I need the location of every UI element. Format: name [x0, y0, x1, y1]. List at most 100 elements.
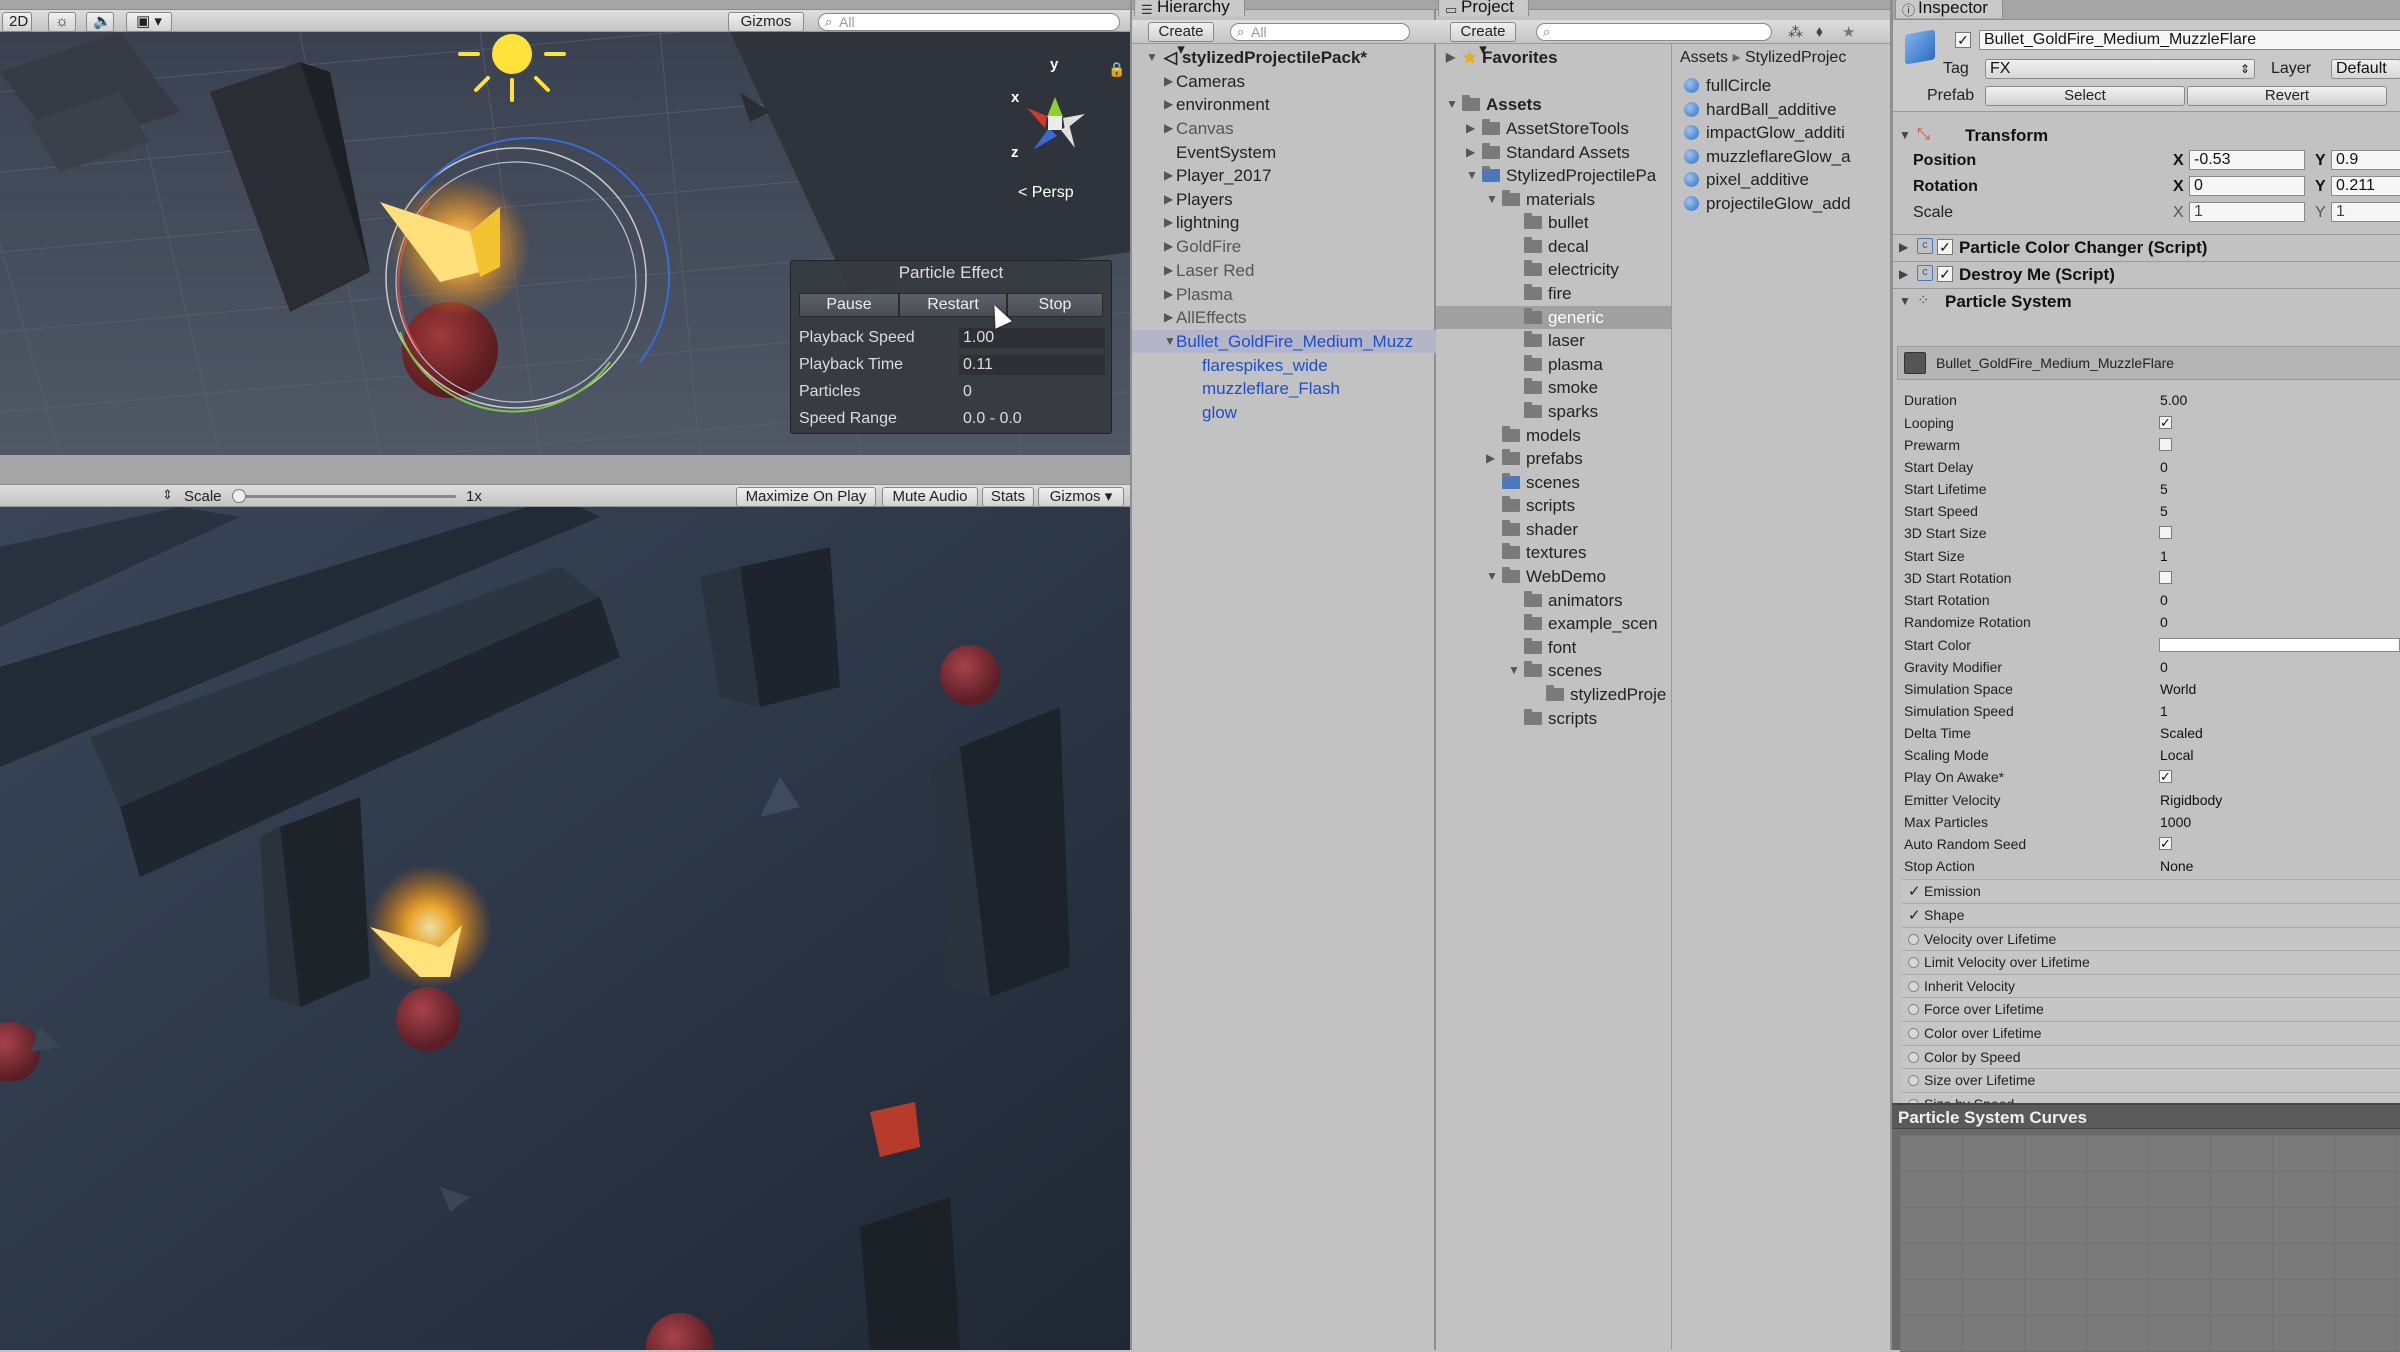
folder-item[interactable]: plasma	[1524, 353, 1603, 376]
hierarchy-child-item[interactable]: flarespikes_wide	[1202, 354, 1328, 377]
auto-random-seed-checkbox[interactable]: ✓	[2159, 837, 2172, 850]
module-size-by-speed[interactable]: Size by Speed	[1902, 1092, 2400, 1103]
module-enabled-check-icon[interactable]: ✓	[1908, 880, 1921, 903]
expand-arrow-icon[interactable]: ▶	[1164, 164, 1173, 187]
rotation-y-field[interactable]: 0.211	[2331, 176, 2400, 196]
scale-x-field[interactable]: 1	[2189, 202, 2305, 222]
prop-value[interactable]: None	[2160, 855, 2193, 877]
hierarchy-item[interactable]: ▶ Players	[1164, 188, 1233, 211]
asset-item[interactable]: muzzleflareGlow_a	[1684, 145, 1890, 168]
folder-item[interactable]: ▼ WebDemo	[1486, 565, 1606, 588]
folder-item[interactable]: sparks	[1524, 400, 1598, 423]
folder-item[interactable]: laser	[1524, 329, 1585, 352]
expand-arrow-icon[interactable]: ▼	[1466, 164, 1478, 187]
assets-root[interactable]: ▼ Assets	[1446, 93, 1542, 116]
expand-arrow-icon[interactable]: ▶	[1466, 141, 1475, 164]
module-limit-velocity[interactable]: Limit Velocity over Lifetime	[1902, 950, 2400, 973]
prop-value[interactable]: Local	[2160, 744, 2193, 766]
prefab-select-button[interactable]: Select	[1985, 86, 2185, 106]
expand-arrow-icon[interactable]: ▼	[1164, 330, 1176, 353]
2d-toggle-button[interactable]: 2D	[2, 12, 32, 32]
module-velocity-over-lifetime[interactable]: Velocity over Lifetime	[1902, 927, 2400, 950]
filter-type-icon[interactable]: ⁂	[1788, 23, 1803, 41]
expand-arrow-icon[interactable]: ▶	[1164, 211, 1173, 234]
module-force-over-lifetime[interactable]: Force over Lifetime	[1902, 997, 2400, 1020]
particle-system-header[interactable]: Bullet_GoldFire_Medium_MuzzleFlare	[1897, 346, 2400, 380]
prop-value[interactable]: 5	[2160, 478, 2168, 500]
scale-slider[interactable]	[232, 489, 456, 503]
hierarchy-item[interactable]: EventSystem	[1164, 141, 1276, 164]
hierarchy-create-button[interactable]: Create ▾	[1148, 22, 1214, 58]
expand-arrow-icon[interactable]: ▶	[1164, 70, 1173, 93]
folder-item[interactable]: stylizedProje	[1546, 683, 1672, 706]
favorites-item[interactable]: ▶ ★ Favorites	[1446, 46, 1558, 69]
expand-arrow-icon[interactable]: ▼	[1146, 46, 1158, 69]
looping-checkbox[interactable]: ✓	[2159, 416, 2172, 429]
asset-item[interactable]: hardBall_additive	[1684, 98, 1836, 121]
hierarchy-item[interactable]: ▶ AllEffects	[1164, 306, 1247, 329]
3d-start-rotation-checkbox[interactable]	[2159, 571, 2172, 584]
folder-item[interactable]: textures	[1502, 541, 1586, 564]
expand-arrow-icon[interactable]: ▶	[1899, 240, 1908, 254]
folder-item-selected[interactable]: generic	[1436, 306, 1671, 329]
module-emission[interactable]: ✓ Emission	[1902, 879, 2400, 902]
hierarchy-item[interactable]: ▶ Cameras	[1164, 70, 1245, 93]
expand-arrow-icon[interactable]: ▶	[1486, 447, 1495, 470]
module-toggle-icon[interactable]	[1908, 981, 1919, 992]
expand-arrow-icon[interactable]: ▶	[1164, 283, 1173, 306]
folder-item[interactable]: models	[1502, 424, 1581, 447]
asset-item[interactable]: impactGlow_additi	[1684, 121, 1890, 144]
expand-arrow-icon[interactable]: ▼	[1486, 565, 1498, 588]
project-search-input[interactable]: ⌕	[1536, 23, 1772, 41]
game-viewport[interactable]	[0, 507, 1130, 1350]
module-shape[interactable]: ✓ Shape	[1902, 903, 2400, 926]
prop-value[interactable]: 5.00	[2160, 389, 2187, 411]
folder-item[interactable]: fire	[1524, 282, 1572, 305]
prop-value[interactable]: 0	[2160, 611, 2168, 633]
component-enabled-checkbox[interactable]: ✓	[1937, 266, 1953, 282]
component-enabled-checkbox[interactable]: ✓	[1937, 239, 1953, 255]
expand-arrow-icon[interactable]: ▼	[1899, 294, 1911, 308]
expand-arrow-icon[interactable]: ▶	[1466, 117, 1475, 140]
module-toggle-icon[interactable]	[1908, 957, 1919, 968]
module-enabled-check-icon[interactable]: ✓	[1908, 904, 1921, 927]
lighting-toggle-icon[interactable]: ☼	[48, 12, 76, 32]
active-checkbox[interactable]: ✓	[1955, 32, 1971, 48]
module-color-over-lifetime[interactable]: Color over Lifetime	[1902, 1021, 2400, 1044]
prop-value[interactable]: 0	[2160, 589, 2168, 611]
hierarchy-item-selected[interactable]: ▼ Bullet_GoldFire_Medium_Muzz	[1132, 330, 1436, 353]
folder-item[interactable]: decal	[1524, 235, 1589, 258]
prop-value[interactable]: 1000	[2160, 811, 2191, 833]
display-dropdown-icon[interactable]: ⇕	[162, 487, 173, 503]
hierarchy-item[interactable]: ▶ GoldFire	[1164, 235, 1241, 258]
scene-gizmos-dropdown[interactable]: Gizmos ▾	[728, 12, 804, 48]
hierarchy-child-item[interactable]: muzzleflare_Flash	[1202, 377, 1340, 400]
expand-arrow-icon[interactable]: ▶	[1446, 46, 1455, 69]
hierarchy-item[interactable]: ▶ Plasma	[1164, 283, 1233, 306]
folder-item[interactable]: ▶ prefabs	[1486, 447, 1583, 470]
breadcrumb-item[interactable]: Assets	[1680, 49, 1728, 66]
module-toggle-icon[interactable]	[1908, 934, 1919, 945]
prop-value[interactable]: Scaled	[2160, 722, 2203, 744]
start-color-swatch[interactable]	[2159, 638, 2400, 652]
scale-slider-handle[interactable]	[232, 489, 246, 503]
folder-item[interactable]: ▼ materials	[1486, 188, 1595, 211]
inspector-tab[interactable]: ⓘ Inspector	[1895, 0, 2003, 18]
expand-arrow-icon[interactable]: ▶	[1164, 306, 1173, 329]
hierarchy-tab[interactable]: ☰ Hierarchy	[1134, 0, 1245, 17]
favorite-star-icon[interactable]: ★	[1842, 23, 1855, 41]
hierarchy-item[interactable]: ▶ lightning	[1164, 211, 1239, 234]
asset-item[interactable]: projectileGlow_add	[1684, 192, 1890, 215]
playback-speed-field[interactable]: 1.00	[959, 328, 1105, 348]
stop-button[interactable]: Stop	[1007, 293, 1103, 317]
module-toggle-icon[interactable]	[1908, 1004, 1919, 1015]
folder-item[interactable]: ▶ Standard Assets	[1466, 141, 1630, 164]
breadcrumb-item[interactable]: StylizedProjec	[1745, 49, 1846, 66]
folder-item[interactable]: ▶ AssetStoreTools	[1466, 117, 1629, 140]
component-header[interactable]: ▼ ⁘ Particle System	[1893, 288, 2400, 314]
hierarchy-search-input[interactable]: ⌕ All	[1230, 23, 1410, 41]
tag-dropdown[interactable]: FX ⇕	[1985, 59, 2255, 79]
hierarchy-item[interactable]: ▶ Player_2017	[1164, 164, 1271, 187]
persp-label[interactable]: < Persp	[1018, 184, 1074, 202]
expand-arrow-icon[interactable]: ▼	[1446, 93, 1458, 116]
